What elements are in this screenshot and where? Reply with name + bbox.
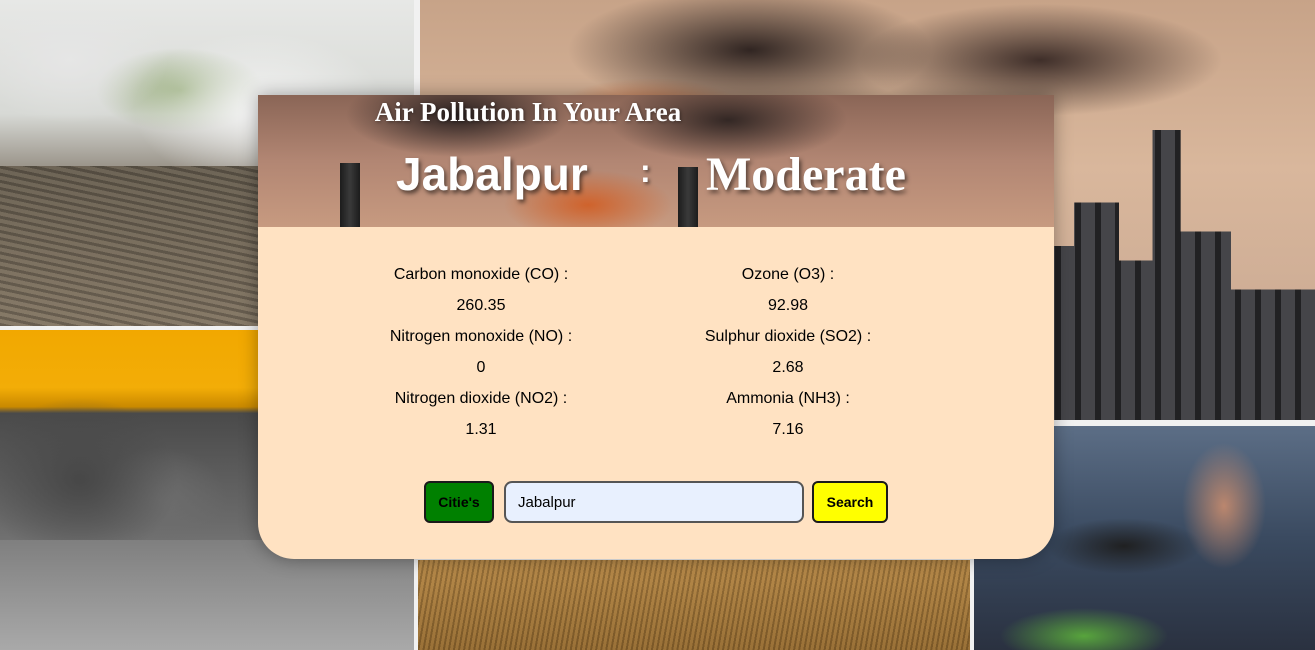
pollutant-value: 7.16 — [772, 421, 804, 438]
pollutant-column-right: Ozone (O3) : 92.98 Sulphur dioxide (SO2)… — [638, 259, 938, 445]
pollutant-label: Ammonia (NH3) : — [726, 390, 850, 407]
pollutant-label: Sulphur dioxide (SO2) : — [704, 328, 872, 345]
pollutant-value: 92.98 — [767, 297, 809, 314]
pollutant-no: Nitrogen monoxide (NO) : 0 — [331, 321, 631, 383]
pollutant-no2: Nitrogen dioxide (NO2) : 1.31 — [331, 383, 631, 445]
burning-grass-image — [418, 560, 970, 650]
pollutant-label: Nitrogen monoxide (NO) : — [389, 328, 573, 345]
pollutant-value: 260.35 — [456, 297, 506, 314]
pollutant-nh3: Ammonia (NH3) : 7.16 — [638, 383, 938, 445]
pollutant-value: 0 — [476, 359, 486, 376]
pollutant-label: Nitrogen dioxide (NO2) : — [394, 390, 568, 407]
pollutant-label: Carbon monoxide (CO) : — [393, 266, 569, 283]
pollutant-value: 2.68 — [772, 359, 804, 376]
pollutant-co: Carbon monoxide (CO) : 260.35 — [331, 259, 631, 321]
factory-silhouette — [1035, 130, 1315, 420]
pollutant-label: Ozone (O3) : — [741, 266, 835, 283]
page-title: Air Pollution In Your Area — [374, 97, 682, 127]
pollution-card: Air Pollution In Your Area Jabalpur : Mo… — [258, 95, 1054, 559]
cities-button[interactable]: Citie's — [424, 481, 494, 523]
air-quality-level: Moderate — [706, 148, 906, 201]
card-header: Air Pollution In Your Area Jabalpur : Mo… — [258, 95, 1054, 227]
pollutant-so2: Sulphur dioxide (SO2) : 2.68 — [638, 321, 938, 383]
pollutant-column-left: Carbon monoxide (CO) : 260.35 Nitrogen m… — [331, 259, 631, 445]
city-level-separator: : — [640, 153, 651, 189]
pollutant-value: 1.31 — [465, 421, 497, 438]
city-search-input[interactable] — [504, 481, 804, 523]
smokestack-left — [340, 163, 360, 227]
smokestack-right — [678, 167, 698, 227]
pollutant-o3: Ozone (O3) : 92.98 — [638, 259, 938, 321]
city-name: Jabalpur — [396, 148, 588, 200]
search-button[interactable]: Search — [812, 481, 888, 523]
